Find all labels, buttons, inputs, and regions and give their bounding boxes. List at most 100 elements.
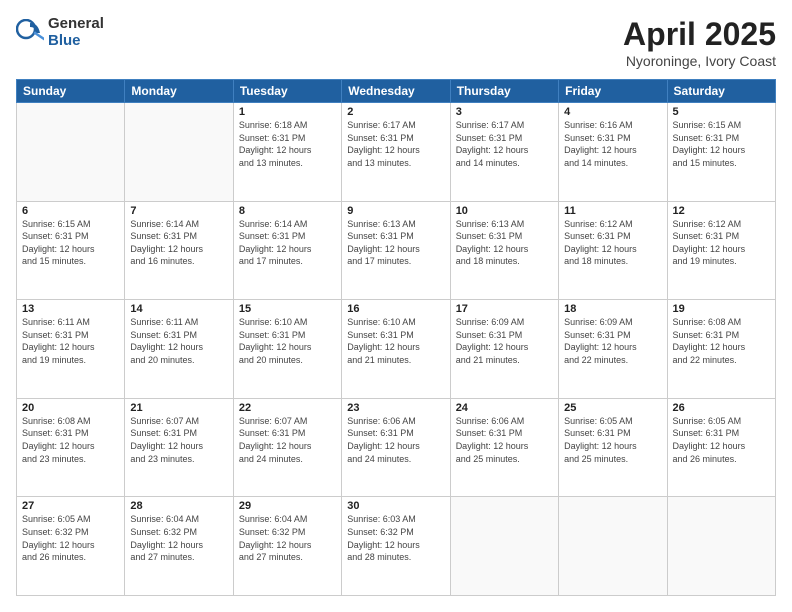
calendar-table: SundayMondayTuesdayWednesdayThursdayFrid… xyxy=(16,79,776,596)
calendar-cell: 26Sunrise: 6:05 AM Sunset: 6:31 PM Dayli… xyxy=(667,398,775,497)
calendar-cell: 23Sunrise: 6:06 AM Sunset: 6:31 PM Dayli… xyxy=(342,398,450,497)
day-number: 8 xyxy=(239,205,336,217)
calendar-cell: 14Sunrise: 6:11 AM Sunset: 6:31 PM Dayli… xyxy=(125,300,233,399)
day-info: Sunrise: 6:05 AM Sunset: 6:31 PM Dayligh… xyxy=(564,415,661,465)
day-info: Sunrise: 6:17 AM Sunset: 6:31 PM Dayligh… xyxy=(456,119,553,169)
day-number: 25 xyxy=(564,402,661,414)
day-number: 15 xyxy=(239,303,336,315)
day-info: Sunrise: 6:03 AM Sunset: 6:32 PM Dayligh… xyxy=(347,513,444,563)
day-info: Sunrise: 6:07 AM Sunset: 6:31 PM Dayligh… xyxy=(239,415,336,465)
day-info: Sunrise: 6:15 AM Sunset: 6:31 PM Dayligh… xyxy=(673,119,770,169)
day-info: Sunrise: 6:11 AM Sunset: 6:31 PM Dayligh… xyxy=(22,316,119,366)
day-number: 26 xyxy=(673,402,770,414)
day-number: 4 xyxy=(564,106,661,118)
title-block: April 2025 Nyoroninge, Ivory Coast xyxy=(623,16,776,69)
calendar-week-1: 6Sunrise: 6:15 AM Sunset: 6:31 PM Daylig… xyxy=(17,201,776,300)
day-number: 7 xyxy=(130,205,227,217)
day-number: 19 xyxy=(673,303,770,315)
calendar-cell: 29Sunrise: 6:04 AM Sunset: 6:32 PM Dayli… xyxy=(233,497,341,596)
calendar-cell: 8Sunrise: 6:14 AM Sunset: 6:31 PM Daylig… xyxy=(233,201,341,300)
calendar-cell: 6Sunrise: 6:15 AM Sunset: 6:31 PM Daylig… xyxy=(17,201,125,300)
day-number: 2 xyxy=(347,106,444,118)
day-number: 16 xyxy=(347,303,444,315)
calendar-cell: 21Sunrise: 6:07 AM Sunset: 6:31 PM Dayli… xyxy=(125,398,233,497)
logo-general-text: General xyxy=(48,16,104,33)
title-location: Nyoroninge, Ivory Coast xyxy=(623,53,776,69)
day-number: 3 xyxy=(456,106,553,118)
calendar-cell: 1Sunrise: 6:18 AM Sunset: 6:31 PM Daylig… xyxy=(233,103,341,202)
day-number: 30 xyxy=(347,500,444,512)
day-info: Sunrise: 6:18 AM Sunset: 6:31 PM Dayligh… xyxy=(239,119,336,169)
day-info: Sunrise: 6:09 AM Sunset: 6:31 PM Dayligh… xyxy=(564,316,661,366)
calendar-week-2: 13Sunrise: 6:11 AM Sunset: 6:31 PM Dayli… xyxy=(17,300,776,399)
day-info: Sunrise: 6:14 AM Sunset: 6:31 PM Dayligh… xyxy=(239,218,336,268)
calendar-cell: 15Sunrise: 6:10 AM Sunset: 6:31 PM Dayli… xyxy=(233,300,341,399)
calendar-cell: 10Sunrise: 6:13 AM Sunset: 6:31 PM Dayli… xyxy=(450,201,558,300)
day-info: Sunrise: 6:08 AM Sunset: 6:31 PM Dayligh… xyxy=(673,316,770,366)
logo: General Blue xyxy=(16,16,104,49)
day-info: Sunrise: 6:06 AM Sunset: 6:31 PM Dayligh… xyxy=(347,415,444,465)
calendar-header-sunday: Sunday xyxy=(17,80,125,103)
calendar-cell: 11Sunrise: 6:12 AM Sunset: 6:31 PM Dayli… xyxy=(559,201,667,300)
day-info: Sunrise: 6:08 AM Sunset: 6:31 PM Dayligh… xyxy=(22,415,119,465)
calendar-cell: 22Sunrise: 6:07 AM Sunset: 6:31 PM Dayli… xyxy=(233,398,341,497)
calendar-cell: 9Sunrise: 6:13 AM Sunset: 6:31 PM Daylig… xyxy=(342,201,450,300)
day-number: 17 xyxy=(456,303,553,315)
logo-blue-text: Blue xyxy=(48,33,104,50)
day-info: Sunrise: 6:12 AM Sunset: 6:31 PM Dayligh… xyxy=(673,218,770,268)
day-number: 23 xyxy=(347,402,444,414)
day-number: 1 xyxy=(239,106,336,118)
day-info: Sunrise: 6:15 AM Sunset: 6:31 PM Dayligh… xyxy=(22,218,119,268)
day-number: 14 xyxy=(130,303,227,315)
calendar-cell: 13Sunrise: 6:11 AM Sunset: 6:31 PM Dayli… xyxy=(17,300,125,399)
calendar-cell: 24Sunrise: 6:06 AM Sunset: 6:31 PM Dayli… xyxy=(450,398,558,497)
header: General Blue April 2025 Nyoroninge, Ivor… xyxy=(16,16,776,69)
day-info: Sunrise: 6:06 AM Sunset: 6:31 PM Dayligh… xyxy=(456,415,553,465)
day-number: 22 xyxy=(239,402,336,414)
calendar-cell xyxy=(667,497,775,596)
calendar-cell xyxy=(559,497,667,596)
calendar-cell xyxy=(125,103,233,202)
day-info: Sunrise: 6:04 AM Sunset: 6:32 PM Dayligh… xyxy=(239,513,336,563)
day-number: 29 xyxy=(239,500,336,512)
day-info: Sunrise: 6:12 AM Sunset: 6:31 PM Dayligh… xyxy=(564,218,661,268)
calendar-header-friday: Friday xyxy=(559,80,667,103)
calendar-week-0: 1Sunrise: 6:18 AM Sunset: 6:31 PM Daylig… xyxy=(17,103,776,202)
day-info: Sunrise: 6:09 AM Sunset: 6:31 PM Dayligh… xyxy=(456,316,553,366)
calendar-header-row: SundayMondayTuesdayWednesdayThursdayFrid… xyxy=(17,80,776,103)
calendar-cell: 3Sunrise: 6:17 AM Sunset: 6:31 PM Daylig… xyxy=(450,103,558,202)
day-number: 18 xyxy=(564,303,661,315)
calendar-cell: 2Sunrise: 6:17 AM Sunset: 6:31 PM Daylig… xyxy=(342,103,450,202)
calendar-cell: 5Sunrise: 6:15 AM Sunset: 6:31 PM Daylig… xyxy=(667,103,775,202)
day-number: 11 xyxy=(564,205,661,217)
calendar-cell: 25Sunrise: 6:05 AM Sunset: 6:31 PM Dayli… xyxy=(559,398,667,497)
day-number: 6 xyxy=(22,205,119,217)
day-number: 28 xyxy=(130,500,227,512)
day-number: 5 xyxy=(673,106,770,118)
calendar-cell: 30Sunrise: 6:03 AM Sunset: 6:32 PM Dayli… xyxy=(342,497,450,596)
calendar-cell: 19Sunrise: 6:08 AM Sunset: 6:31 PM Dayli… xyxy=(667,300,775,399)
calendar-cell: 20Sunrise: 6:08 AM Sunset: 6:31 PM Dayli… xyxy=(17,398,125,497)
calendar-cell: 18Sunrise: 6:09 AM Sunset: 6:31 PM Dayli… xyxy=(559,300,667,399)
logo-text: General Blue xyxy=(48,16,104,49)
day-number: 9 xyxy=(347,205,444,217)
day-info: Sunrise: 6:14 AM Sunset: 6:31 PM Dayligh… xyxy=(130,218,227,268)
day-info: Sunrise: 6:10 AM Sunset: 6:31 PM Dayligh… xyxy=(347,316,444,366)
day-number: 20 xyxy=(22,402,119,414)
day-info: Sunrise: 6:13 AM Sunset: 6:31 PM Dayligh… xyxy=(456,218,553,268)
calendar-cell: 17Sunrise: 6:09 AM Sunset: 6:31 PM Dayli… xyxy=(450,300,558,399)
day-info: Sunrise: 6:07 AM Sunset: 6:31 PM Dayligh… xyxy=(130,415,227,465)
calendar-header-thursday: Thursday xyxy=(450,80,558,103)
calendar-cell: 28Sunrise: 6:04 AM Sunset: 6:32 PM Dayli… xyxy=(125,497,233,596)
day-number: 13 xyxy=(22,303,119,315)
day-number: 12 xyxy=(673,205,770,217)
day-info: Sunrise: 6:10 AM Sunset: 6:31 PM Dayligh… xyxy=(239,316,336,366)
calendar-header-wednesday: Wednesday xyxy=(342,80,450,103)
day-number: 27 xyxy=(22,500,119,512)
calendar-header-tuesday: Tuesday xyxy=(233,80,341,103)
day-info: Sunrise: 6:16 AM Sunset: 6:31 PM Dayligh… xyxy=(564,119,661,169)
day-number: 24 xyxy=(456,402,553,414)
calendar-header-saturday: Saturday xyxy=(667,80,775,103)
day-number: 10 xyxy=(456,205,553,217)
day-info: Sunrise: 6:11 AM Sunset: 6:31 PM Dayligh… xyxy=(130,316,227,366)
